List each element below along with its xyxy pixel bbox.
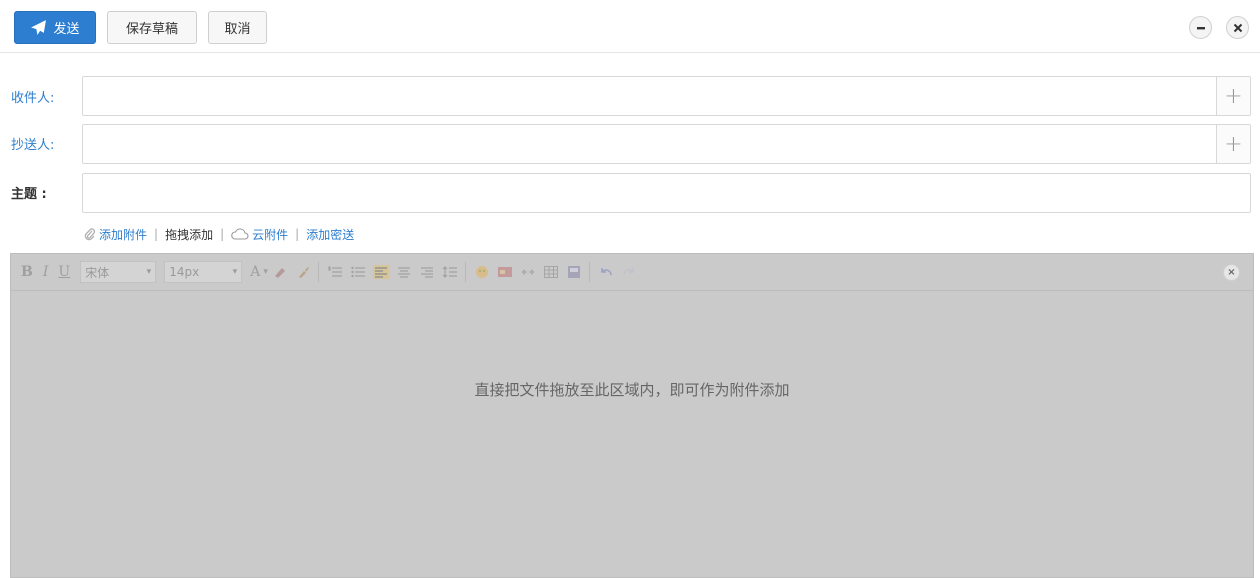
font-color-label: A bbox=[250, 264, 261, 280]
add-attachment-link[interactable]: 添加附件 bbox=[84, 226, 147, 243]
cancel-button[interactable]: 取消 bbox=[208, 11, 267, 44]
unordered-list-icon[interactable] bbox=[350, 265, 366, 279]
emoji-icon[interactable] bbox=[474, 265, 490, 279]
separator: | bbox=[154, 227, 159, 241]
chevron-down-icon: ▾ bbox=[146, 267, 152, 277]
cc-label[interactable]: 抄送人: bbox=[11, 134, 54, 153]
subject-input[interactable] bbox=[83, 174, 1250, 212]
to-field[interactable] bbox=[82, 76, 1217, 116]
send-button[interactable]: 发送 bbox=[14, 11, 96, 44]
toolbar-divider bbox=[464, 262, 466, 282]
cloud-attachment-link[interactable]: 云附件 bbox=[231, 226, 288, 243]
align-right-icon[interactable] bbox=[419, 265, 435, 279]
save-draft-button[interactable]: 保存草稿 bbox=[107, 11, 197, 44]
bold-button[interactable]: B bbox=[21, 264, 33, 280]
plus-icon: + bbox=[1224, 83, 1243, 109]
font-family-select[interactable]: 宋体 ▾ bbox=[80, 261, 157, 283]
add-bcc-link[interactable]: 添加密送 bbox=[306, 226, 354, 243]
drag-add-link[interactable]: 拖拽添加 bbox=[165, 226, 213, 243]
redo-icon[interactable] bbox=[621, 265, 637, 279]
to-input[interactable] bbox=[83, 77, 1216, 115]
format-brush-icon[interactable] bbox=[295, 265, 311, 279]
add-cc-button[interactable]: + bbox=[1216, 124, 1251, 164]
editor-toolbar: B I U 宋体 ▾ 14px ▾ A ▾ × bbox=[11, 254, 1253, 291]
underline-button[interactable]: U bbox=[58, 264, 70, 280]
plus-icon: + bbox=[1224, 131, 1243, 157]
chevron-down-icon: ▾ bbox=[263, 267, 268, 277]
italic-button[interactable]: I bbox=[43, 264, 49, 280]
add-attachment-label: 添加附件 bbox=[99, 227, 148, 242]
subject-field[interactable] bbox=[82, 173, 1251, 213]
cloud-attachment-label: 云附件 bbox=[252, 227, 289, 242]
editor-close-button[interactable]: × bbox=[1223, 264, 1240, 281]
font-size-select[interactable]: 14px ▾ bbox=[164, 261, 243, 283]
align-center-icon[interactable] bbox=[396, 265, 412, 279]
cloud-icon bbox=[231, 228, 249, 240]
compose-toolbar: 发送 保存草稿 取消 bbox=[0, 0, 1260, 53]
ordered-list-icon[interactable] bbox=[327, 265, 343, 279]
chevron-down-icon: ▾ bbox=[232, 267, 238, 277]
close-compose-button[interactable] bbox=[1226, 16, 1249, 39]
undo-icon[interactable] bbox=[598, 265, 614, 279]
minimize-button[interactable] bbox=[1189, 16, 1212, 39]
paperclip-icon bbox=[84, 227, 96, 240]
drop-hint-text: 直接把文件拖放至此区域内，即可作为附件添加 bbox=[474, 381, 790, 399]
subject-label: 主题 : bbox=[11, 187, 47, 202]
attachment-links: 添加附件 | 拖拽添加 | 云附件 | 添加密送 bbox=[84, 225, 354, 243]
template-icon[interactable] bbox=[566, 265, 582, 279]
font-color-button[interactable]: A ▾ bbox=[250, 264, 268, 280]
link-icon[interactable] bbox=[520, 265, 536, 279]
separator: | bbox=[295, 227, 300, 241]
cc-field[interactable] bbox=[82, 124, 1217, 164]
toolbar-divider bbox=[317, 262, 319, 282]
font-size-value: 14px bbox=[169, 265, 200, 279]
to-label[interactable]: 收件人: bbox=[11, 87, 54, 106]
send-label: 发送 bbox=[53, 22, 80, 37]
line-height-icon[interactable] bbox=[442, 265, 458, 279]
paper-plane-icon bbox=[31, 20, 47, 35]
align-left-icon[interactable] bbox=[372, 265, 389, 279]
add-recipient-button[interactable]: + bbox=[1216, 76, 1251, 116]
minus-icon bbox=[1196, 26, 1205, 29]
table-icon[interactable] bbox=[543, 265, 559, 279]
separator: | bbox=[220, 227, 225, 241]
cc-input[interactable] bbox=[83, 125, 1216, 163]
image-icon[interactable] bbox=[497, 265, 513, 279]
highlight-icon[interactable] bbox=[272, 265, 288, 279]
editor-drop-zone[interactable]: B I U 宋体 ▾ 14px ▾ A ▾ × 直接把文件拖放至此区域内，即可作为… bbox=[10, 253, 1254, 578]
close-icon bbox=[1233, 23, 1242, 32]
toolbar-divider bbox=[588, 262, 590, 282]
font-family-value: 宋体 bbox=[85, 265, 110, 280]
